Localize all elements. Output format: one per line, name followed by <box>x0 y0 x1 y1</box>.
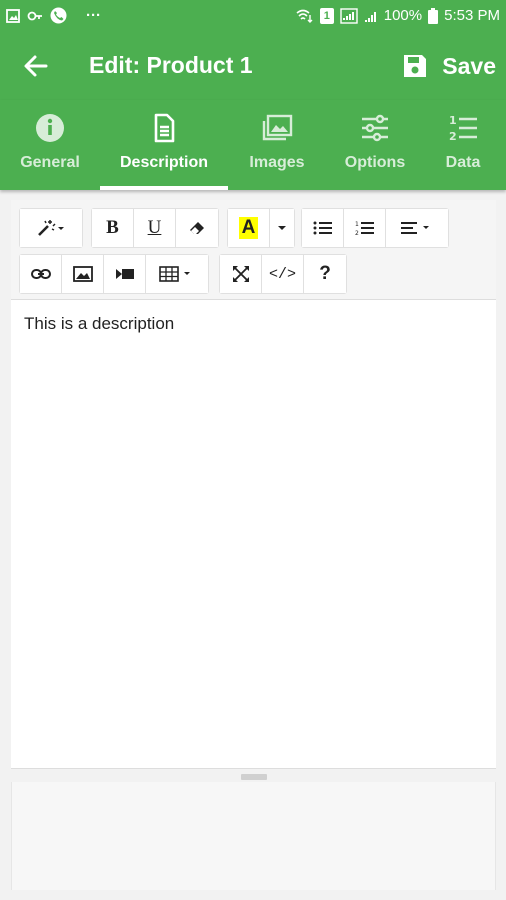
font-color-button[interactable]: A <box>228 209 270 247</box>
content-paragraph: This is a description <box>24 314 175 333</box>
phone-icon <box>50 7 67 24</box>
picture-icon <box>72 266 93 282</box>
wifi-calling-icon <box>296 9 313 23</box>
style-dropdown-button[interactable] <box>20 209 82 247</box>
ordered-list-button[interactable]: 12 <box>344 209 386 247</box>
insert-group <box>19 254 209 294</box>
save-button[interactable]: Save <box>402 48 496 84</box>
floppy-disk-icon <box>404 55 427 77</box>
editor-toolbar: B U A 12 </> ? <box>11 200 496 300</box>
insert-link-button[interactable] <box>20 255 62 293</box>
underline-button[interactable]: U <box>134 209 176 247</box>
color-group: A <box>227 208 295 248</box>
align-left-icon <box>401 222 429 234</box>
page-title: Edit: Product 1 <box>89 52 253 78</box>
save-label: Save <box>442 52 496 79</box>
bold-button[interactable]: B <box>92 209 134 247</box>
editor-content[interactable]: This is a description <box>11 300 496 768</box>
paragraph-align-button[interactable] <box>386 209 448 247</box>
key-icon <box>27 11 42 20</box>
insert-picture-button[interactable] <box>62 255 104 293</box>
tab-label: Options <box>344 154 406 171</box>
sim-badge: 1 <box>319 7 334 24</box>
tab-bar: General Description Images Options 12 Da… <box>0 100 506 190</box>
tab-label: Images <box>249 154 305 171</box>
magic-wand-icon <box>38 220 64 236</box>
images-icon <box>262 114 293 141</box>
back-arrow-icon[interactable] <box>22 52 50 80</box>
numbered-list-icon: 12 <box>449 114 477 143</box>
svg-text:1: 1 <box>449 114 457 127</box>
tab-images[interactable]: Images <box>242 100 312 190</box>
table-icon <box>159 266 190 282</box>
editor-resize-handle[interactable] <box>11 768 496 782</box>
insert-table-button[interactable] <box>146 255 208 293</box>
bullet-list-icon <box>313 221 332 235</box>
document-icon <box>154 113 175 143</box>
signal-icon <box>340 7 358 24</box>
battery-icon <box>428 7 439 24</box>
eraser-icon <box>190 222 204 234</box>
style-group <box>19 208 83 248</box>
clear-format-button[interactable] <box>176 209 218 247</box>
gallery-icon <box>6 8 20 23</box>
tab-options[interactable]: Options <box>338 100 412 190</box>
editor-bottom-area <box>11 782 496 890</box>
insert-video-button[interactable] <box>104 255 146 293</box>
tab-indicator <box>100 186 228 190</box>
font-format-group: B U <box>91 208 219 248</box>
svg-text:2: 2 <box>449 130 457 143</box>
notification-more: ··· <box>86 7 101 24</box>
fullscreen-button[interactable] <box>220 255 262 293</box>
code-view-button[interactable]: </> <box>262 255 304 293</box>
status-bar: ··· 1 100% 5:53 PM <box>0 0 506 32</box>
sliders-icon <box>362 114 388 142</box>
info-icon <box>36 114 64 142</box>
battery-percent: 100% <box>383 7 423 24</box>
signal-bars-icon <box>364 11 376 22</box>
app-bar: Edit: Product 1 Save <box>0 32 506 100</box>
view-group: </> ? <box>219 254 347 294</box>
clock: 5:53 PM <box>444 7 500 24</box>
svg-text:1: 1 <box>355 221 359 228</box>
caret-down-icon <box>278 226 286 230</box>
paragraph-group: 12 <box>301 208 449 248</box>
help-button[interactable]: ? <box>304 255 346 293</box>
video-icon <box>115 269 134 279</box>
color-dropdown-button[interactable] <box>270 209 294 247</box>
tab-label: General <box>20 154 80 171</box>
tab-description[interactable]: Description <box>110 100 218 190</box>
numbered-list-icon: 12 <box>355 221 374 236</box>
tab-data[interactable]: 12 Data <box>436 100 490 190</box>
tab-label: Data <box>445 154 481 171</box>
svg-text:2: 2 <box>355 230 359 236</box>
resize-grip[interactable] <box>241 774 267 780</box>
link-icon <box>30 269 51 279</box>
tab-label: Description <box>119 154 208 171</box>
rich-text-editor: B U A 12 </> ? This is a description <box>11 200 496 890</box>
expand-icon <box>232 266 249 282</box>
unordered-list-button[interactable] <box>302 209 344 247</box>
tab-general[interactable]: General <box>14 100 86 190</box>
color-sample: A <box>238 217 259 239</box>
